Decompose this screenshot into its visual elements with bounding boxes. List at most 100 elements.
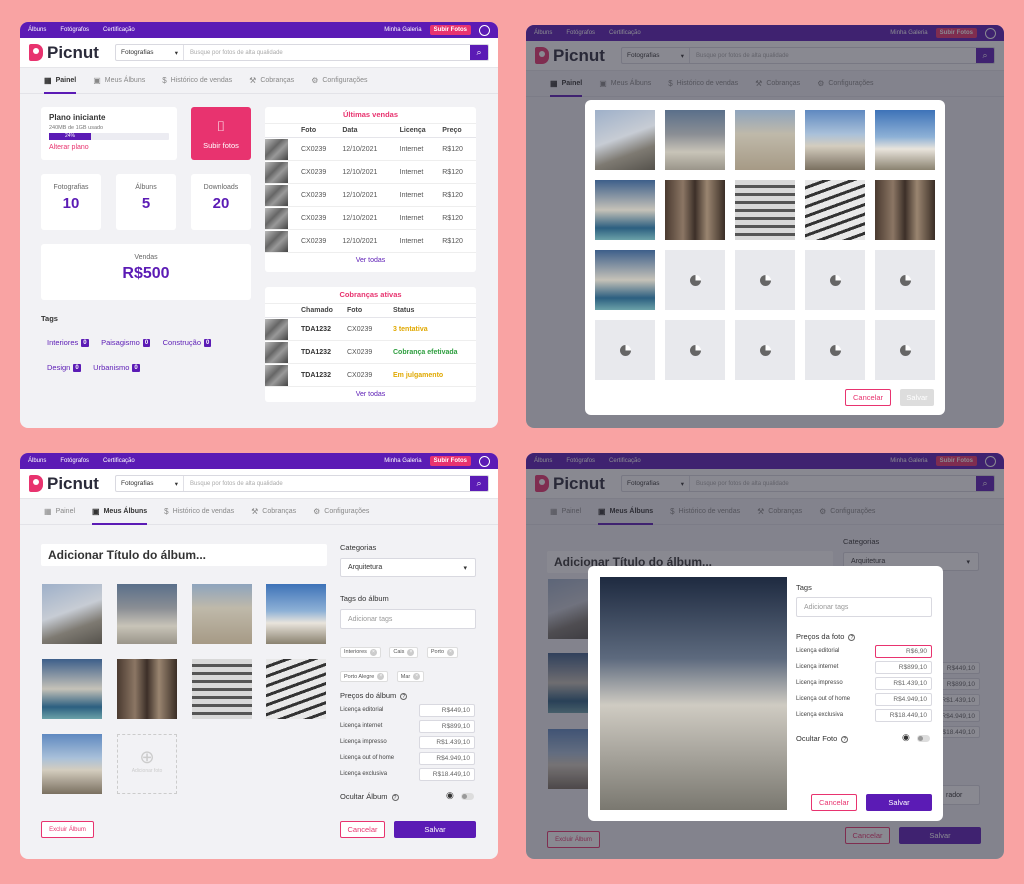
table-row[interactable]: TDA1232 CX0239 Em julgamento xyxy=(265,363,476,387)
tag-chip[interactable]: Interiores × xyxy=(340,646,381,658)
album-photo[interactable] xyxy=(192,659,252,719)
category-select[interactable]: Fotografias ▾ xyxy=(116,476,184,491)
photo-tile[interactable] xyxy=(595,250,655,310)
price-input[interactable]: R$18.449,10 xyxy=(875,709,932,722)
photo-tile[interactable] xyxy=(805,110,865,170)
hide-photo-toggle[interactable] xyxy=(917,735,930,742)
price-input[interactable]: R$4.949,10 xyxy=(419,752,475,765)
photo-tile[interactable] xyxy=(595,110,655,170)
album-photo[interactable] xyxy=(42,734,102,794)
price-input[interactable]: R$899,10 xyxy=(875,661,932,674)
price-input[interactable]: R$449,10 xyxy=(419,704,475,717)
tab-charges[interactable]: ⚒Cobranças xyxy=(249,68,294,93)
search-input[interactable]: Busque por fotos de alta qualidade xyxy=(184,45,470,60)
close-icon[interactable]: × xyxy=(377,673,385,680)
tab-sales-history[interactable]: $Histórico de vendas xyxy=(164,499,234,524)
save-button[interactable]: Salvar xyxy=(866,794,932,811)
nav-photographers-link[interactable]: Fotógrafos xyxy=(60,458,89,464)
table-row[interactable]: CX0239 12/10/2021 Internet R$120 xyxy=(265,160,476,184)
album-photo[interactable] xyxy=(42,584,102,644)
album-photo[interactable] xyxy=(192,584,252,644)
photo-tile[interactable] xyxy=(595,180,655,240)
tag-chip[interactable]: Interiores 0 xyxy=(47,338,89,347)
cancel-button[interactable]: Cancelar xyxy=(845,389,891,406)
table-row[interactable]: CX0239 12/10/2021 Internet R$120 xyxy=(265,137,476,161)
price-input[interactable]: R$1.439,10 xyxy=(419,736,475,749)
logo[interactable]: Picnut xyxy=(29,43,115,63)
tab-painel[interactable]: ▦Painel xyxy=(44,499,75,524)
category-dropdown[interactable]: Arquitetura ▾ xyxy=(340,558,476,577)
price-input[interactable]: R$18.449,10 xyxy=(419,768,475,781)
user-avatar-icon[interactable] xyxy=(479,24,490,36)
close-icon[interactable]: × xyxy=(369,648,377,656)
help-icon[interactable]: ? xyxy=(391,793,399,801)
logo[interactable]: Picnut xyxy=(29,474,115,494)
tag-chip[interactable]: Design 0 xyxy=(47,363,81,372)
nav-albums-link[interactable]: Álbuns xyxy=(28,27,46,33)
help-icon[interactable]: ? xyxy=(400,692,408,700)
price-input[interactable]: R$1.439,10 xyxy=(875,677,932,690)
photo-tile[interactable] xyxy=(665,110,725,170)
photo-tags-input[interactable]: Adicionar tags xyxy=(796,597,932,617)
nav-albums-link[interactable]: Álbuns xyxy=(28,458,46,464)
see-all-charges-link[interactable]: Ver todas xyxy=(265,391,476,398)
tag-chip[interactable]: Paisagismo 0 xyxy=(101,338,151,347)
tag-chip[interactable]: Urbanismo 0 xyxy=(93,363,140,372)
save-button[interactable]: Salvar xyxy=(394,821,476,838)
upload-photos-button[interactable]: Subir Fotos xyxy=(429,456,471,466)
photo-tile[interactable] xyxy=(735,180,795,240)
tab-albums[interactable]: ▣Meus Álbuns xyxy=(93,68,145,93)
tag-chip[interactable]: Porto Alegre × xyxy=(340,671,389,682)
photo-tile[interactable] xyxy=(875,180,935,240)
close-icon[interactable]: × xyxy=(407,648,415,656)
album-photo[interactable] xyxy=(42,659,102,719)
price-input[interactable]: R$4.949,10 xyxy=(875,693,932,706)
tag-chip[interactable]: Mar × xyxy=(396,671,425,682)
photo-tile[interactable] xyxy=(875,110,935,170)
table-row[interactable]: CX0239 12/10/2021 Internet R$120 xyxy=(265,206,476,230)
delete-album-button[interactable]: Excluir Álbum xyxy=(41,821,94,838)
nav-gallery-link[interactable]: Minha Galeria xyxy=(384,27,421,33)
tag-chip[interactable]: Porto × xyxy=(426,646,459,658)
nav-certification-link[interactable]: Certificação xyxy=(103,27,135,33)
table-row[interactable]: TDA1232 CX0239 3 tentativa xyxy=(265,317,476,341)
search-button[interactable]: ⌕ xyxy=(470,45,488,60)
tag-chip[interactable]: Construção 0 xyxy=(163,338,212,347)
cancel-button[interactable]: Cancelar xyxy=(340,821,385,838)
close-icon[interactable]: × xyxy=(413,673,421,680)
close-icon[interactable]: × xyxy=(447,648,455,656)
tab-settings[interactable]: ⚙Configurações xyxy=(311,68,367,93)
cancel-button[interactable]: Cancelar xyxy=(811,794,857,811)
album-photo[interactable] xyxy=(117,659,177,719)
user-avatar-icon[interactable] xyxy=(479,455,490,467)
photo-tile[interactable] xyxy=(805,180,865,240)
album-tags-input[interactable]: Adicionar tags xyxy=(340,609,476,629)
tab-settings[interactable]: ⚙Configurações xyxy=(313,499,369,524)
search-button[interactable]: ⌕ xyxy=(470,476,488,491)
tab-painel[interactable]: ▦Painel xyxy=(44,68,77,94)
tag-chip[interactable]: Cais × xyxy=(389,646,419,658)
album-photo[interactable] xyxy=(266,659,326,719)
hide-album-toggle[interactable] xyxy=(461,793,474,800)
upload-photos-button[interactable]: Subir Fotos xyxy=(429,25,471,35)
help-icon[interactable]: ? xyxy=(848,633,856,641)
tab-sales-history[interactable]: $Histórico de vendas xyxy=(162,68,232,93)
nav-photographers-link[interactable]: Fotógrafos xyxy=(60,27,89,33)
change-plan-link[interactable]: Alterar plano xyxy=(49,144,169,151)
nav-certification-link[interactable]: Certificação xyxy=(103,458,135,464)
album-photo[interactable] xyxy=(266,584,326,644)
add-photo-tile[interactable]: ⊕ Adicionar foto xyxy=(117,734,177,794)
nav-gallery-link[interactable]: Minha Galeria xyxy=(384,458,421,464)
tab-albums[interactable]: ▣Meus Álbuns xyxy=(92,499,148,525)
save-button[interactable]: Salvar xyxy=(900,389,934,406)
search-input[interactable]: Busque por fotos de alta qualidade xyxy=(184,476,470,491)
table-row[interactable]: TDA1232 CX0239 Cobrança efetivada xyxy=(265,340,476,364)
upload-card[interactable]: ⌷ Subir fotos xyxy=(191,107,251,160)
price-input[interactable]: R$899,10 xyxy=(419,720,475,733)
photo-tile[interactable] xyxy=(735,110,795,170)
table-row[interactable]: CX0239 12/10/2021 Internet R$120 xyxy=(265,183,476,207)
album-title-input[interactable]: Adicionar Título do álbum... xyxy=(41,544,327,566)
photo-tile[interactable] xyxy=(665,180,725,240)
see-all-sales-link[interactable]: Ver todas xyxy=(265,257,476,264)
album-photo[interactable] xyxy=(117,584,177,644)
